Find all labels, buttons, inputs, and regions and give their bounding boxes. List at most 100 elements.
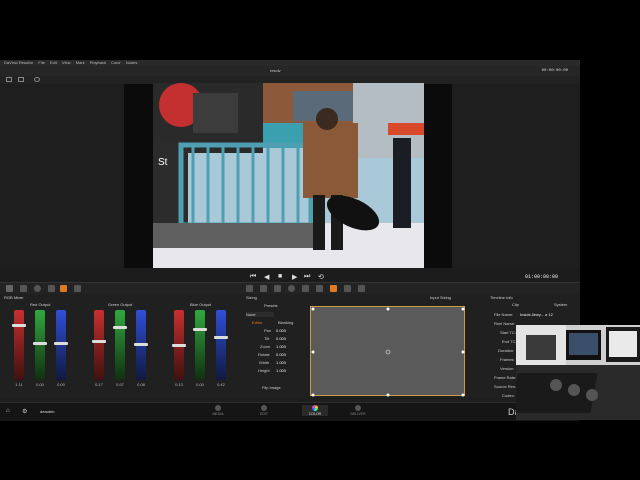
green-output-green-fader[interactable] xyxy=(113,310,127,380)
system-column-header: System xyxy=(554,302,568,307)
rgb-mixer-icon[interactable] xyxy=(60,285,67,292)
green-output-blue-value: 0.08 xyxy=(137,382,145,387)
red-output-reset-dots[interactable] xyxy=(142,397,154,410)
sizing-active-icon[interactable] xyxy=(330,285,337,292)
red-output-red-fader[interactable] xyxy=(12,310,26,380)
preset-select[interactable]: None xyxy=(246,312,274,317)
info-row-label: Duration: xyxy=(498,348,515,353)
page-media-tab[interactable]: MEDIA xyxy=(208,405,228,416)
menu-app[interactable]: DaVinci Resolve xyxy=(4,60,33,65)
blue-output-red-value: 0.13 xyxy=(175,382,183,387)
menu-view[interactable]: View xyxy=(62,60,71,65)
svg-text:St: St xyxy=(158,157,168,168)
blue-output-blue-fader[interactable] xyxy=(214,310,228,380)
blue-output-green-fader[interactable] xyxy=(193,310,207,380)
info-row-label: File Name: xyxy=(494,312,514,317)
presets-label: Presets xyxy=(264,303,278,308)
width-label: Width xyxy=(259,360,270,365)
page-color-tab[interactable]: COLOR xyxy=(302,405,328,416)
green-output-red-fader[interactable] xyxy=(92,310,106,380)
rotate-value[interactable]: 0.000 xyxy=(276,352,286,357)
home-icon[interactable]: ⌂ xyxy=(6,408,10,414)
primaries-icon[interactable] xyxy=(34,285,41,292)
menu-file[interactable]: File xyxy=(38,60,44,65)
edit-suite-photo-inset xyxy=(516,325,640,420)
tilt-label: Tilt xyxy=(264,336,270,341)
key-icon[interactable] xyxy=(302,285,309,292)
color-wheels-icon[interactable] xyxy=(20,285,27,292)
pan-label: Pan xyxy=(264,328,272,333)
width-value[interactable]: 1.000 xyxy=(276,360,286,365)
tracker-icon[interactable] xyxy=(274,285,281,292)
info-row-label: End TC: xyxy=(502,339,517,344)
green-output-blue-fader[interactable] xyxy=(134,310,148,380)
top-timecode: 00:00:00:00 xyxy=(541,69,568,73)
viewer-frame: St xyxy=(153,83,424,268)
blanking-mode-tab[interactable]: Blanking xyxy=(278,320,293,325)
blue-output-blue-value: 0.42 xyxy=(217,382,225,387)
editor-mode-tab[interactable]: Editor xyxy=(252,320,262,325)
info-row-label: Source Res: xyxy=(494,384,517,389)
go-start-button[interactable]: ⏮ xyxy=(250,273,256,281)
info-row-label: Frames: xyxy=(500,357,515,362)
go-end-button[interactable]: ⏭ xyxy=(304,273,310,281)
zoom-label: Zoom xyxy=(260,344,271,349)
qualifier-icon[interactable] xyxy=(246,285,253,292)
title-bar: resolv 00:00:00:00 xyxy=(0,66,580,76)
red-output-blue-fader[interactable] xyxy=(54,310,68,380)
green-output-title: Green Output xyxy=(108,302,133,307)
deliver-page-icon xyxy=(355,405,361,411)
timeline-info-title: Timeline Info xyxy=(490,295,513,300)
flip-image-label: Flip Image xyxy=(262,385,281,390)
info-row-value: Inside-llewy... a 12 xyxy=(520,312,553,317)
reverse-button[interactable]: ◀ xyxy=(264,273,269,281)
project-title: resolv xyxy=(270,68,281,73)
stereo-icon[interactable] xyxy=(344,285,351,292)
red-output-green-fader[interactable] xyxy=(33,310,47,380)
blue-output-reset-dots[interactable] xyxy=(116,397,128,410)
menu-nodes[interactable]: Nodes xyxy=(126,60,138,65)
page-edit-tab[interactable]: EDIT xyxy=(254,405,274,416)
menu-edit[interactable]: Edit xyxy=(50,60,57,65)
menu-color[interactable]: Color xyxy=(111,60,121,65)
sizing-title: Sizing xyxy=(246,295,257,300)
input-sizing-tab[interactable]: Input Sizing xyxy=(430,295,451,300)
blue-output-red-fader[interactable] xyxy=(172,310,186,380)
rotate-label: Rotate xyxy=(258,352,270,357)
zoom-value[interactable]: 1.000 xyxy=(276,344,286,349)
project-name: deauteb xyxy=(40,409,55,414)
info-row-label: Codec: xyxy=(502,393,515,398)
wipe-icon[interactable] xyxy=(34,77,40,82)
camera-raw-icon[interactable] xyxy=(6,285,13,292)
green-output-green-value: 0.97 xyxy=(116,382,124,387)
green-output-reset-dots[interactable] xyxy=(88,397,100,410)
split-icon[interactable] xyxy=(18,77,24,82)
sizing-tool-icon[interactable] xyxy=(316,285,323,292)
settings-icon[interactable]: ⚙ xyxy=(22,408,27,415)
page-bar: ⌂ ⚙ deauteb MEDIA EDIT COLOR DELIVER Da xyxy=(0,402,580,421)
red-output-red-value: 1.11 xyxy=(15,382,23,387)
loop-button[interactable]: ⟲ xyxy=(318,273,324,281)
blue-output-green-value: 0.00 xyxy=(196,382,204,387)
pan-value[interactable]: 0.000 xyxy=(276,328,286,333)
blue-output-title: Blue Output xyxy=(190,302,212,307)
curves-icon[interactable] xyxy=(48,285,55,292)
edit-suite-photo xyxy=(516,325,640,420)
green-output-red-value: 0.17 xyxy=(95,382,103,387)
window-icon[interactable] xyxy=(260,285,267,292)
menu-mark[interactable]: Mark xyxy=(76,60,85,65)
motion-icon[interactable] xyxy=(74,285,81,292)
tilt-value[interactable]: 0.000 xyxy=(276,336,286,341)
sizing-preview-box[interactable] xyxy=(310,306,465,397)
height-label: Height xyxy=(258,368,270,373)
menu-playback[interactable]: Playback xyxy=(90,60,106,65)
info-row-label: Frame Rate: xyxy=(494,375,517,380)
play-button[interactable]: ▶ xyxy=(292,273,297,281)
blur-icon[interactable] xyxy=(288,285,295,292)
scopes-icon[interactable] xyxy=(358,285,365,292)
video-frame-image: St xyxy=(153,83,424,268)
height-value[interactable]: 1.000 xyxy=(276,368,286,373)
stop-button[interactable]: ■ xyxy=(278,273,282,280)
page-deliver-tab[interactable]: DELIVER xyxy=(348,405,368,416)
gallery-icon[interactable] xyxy=(6,77,12,82)
